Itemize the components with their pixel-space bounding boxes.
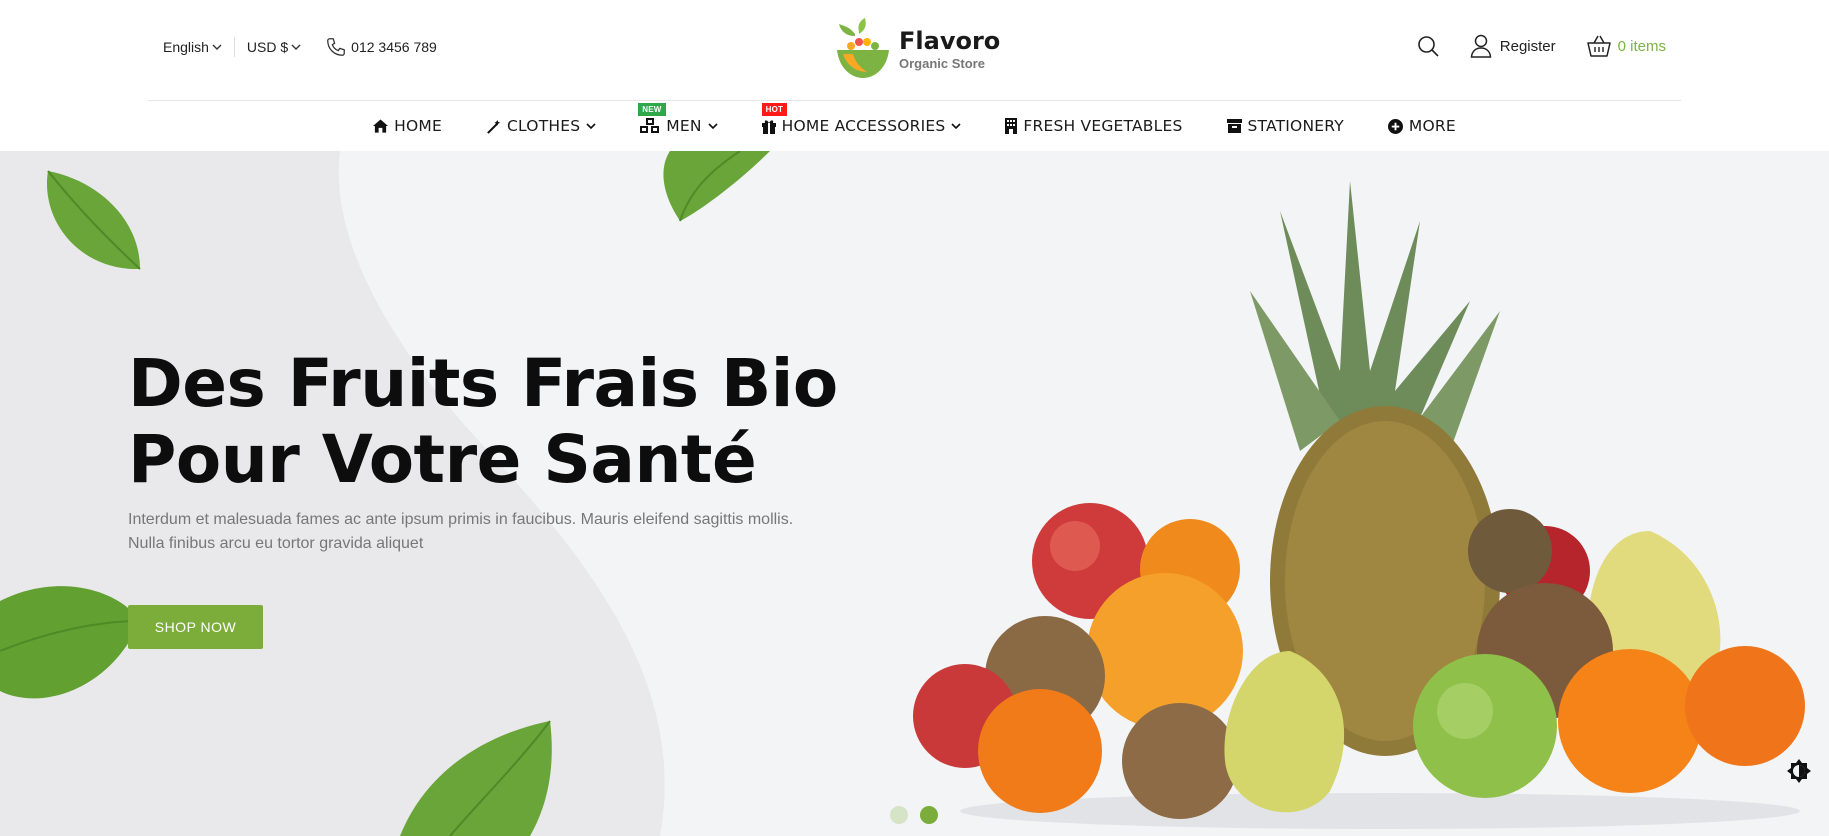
new-badge: NEW xyxy=(638,103,666,116)
leaf-decoration xyxy=(663,151,770,222)
gift-icon xyxy=(761,119,776,134)
logo-bowl-icon xyxy=(837,18,889,78)
nav-label: FRESH VEGETABLES xyxy=(1023,117,1183,135)
logo[interactable]: Flavoro Organic Store xyxy=(835,18,1000,80)
nav-item-home[interactable]: HOME xyxy=(351,117,464,135)
nav-label: MORE xyxy=(1408,117,1456,135)
chevron-down-icon xyxy=(708,123,718,130)
nav-item-stationery[interactable]: STATIONERY xyxy=(1205,117,1366,135)
slider-pagination xyxy=(890,806,938,824)
currency-label: USD $ xyxy=(246,39,289,55)
hero-title-line: Pour Votre Santé xyxy=(128,421,757,498)
chevron-down-icon xyxy=(212,44,222,50)
fruit-image xyxy=(913,181,1805,829)
register-link[interactable]: Register xyxy=(1470,34,1556,58)
nav-item-clothes[interactable]: CLOTHES xyxy=(464,117,618,135)
language-selector[interactable]: English xyxy=(163,39,222,55)
phone-number: 012 3456 789 xyxy=(351,39,437,55)
nav-item-home-accessories[interactable]: HOT HOME ACCESSORIES xyxy=(740,103,984,135)
hero-slider: Des Fruits Frais Bio Pour Votre Santé In… xyxy=(0,151,1829,836)
logo-text: Flavoro Organic Store xyxy=(899,28,1000,71)
nav-label: MEN xyxy=(666,117,702,135)
nav-item-men[interactable]: NEW MEN xyxy=(618,103,739,135)
home-icon xyxy=(373,119,389,133)
chevron-down-icon xyxy=(951,123,961,130)
cart-button[interactable]: 0 items xyxy=(1586,34,1666,58)
slider-dot-active[interactable] xyxy=(920,806,938,824)
divider xyxy=(233,37,235,57)
nav-item-fresh-vegetables[interactable]: FRESH VEGETABLES xyxy=(983,117,1204,135)
plus-circle-icon xyxy=(1387,118,1403,134)
hero-subtitle: Interdum et malesuada fames ac ante ipsu… xyxy=(128,508,848,556)
nav-label: STATIONERY xyxy=(1247,117,1344,135)
search-icon xyxy=(1417,36,1439,57)
chevron-down-icon xyxy=(586,123,596,130)
hot-badge: HOT xyxy=(761,103,788,116)
nav-item-more[interactable]: MORE xyxy=(1366,117,1478,135)
archive-icon xyxy=(1226,119,1242,133)
top-bar-right: Register 0 items xyxy=(1416,34,1666,58)
top-bar-left: English USD $ 012 3456 789 xyxy=(163,36,437,58)
theme-toggle-icon[interactable] xyxy=(1786,758,1812,784)
hero-title-line: Des Fruits Frais Bio xyxy=(128,345,838,422)
logo-tagline: Organic Store xyxy=(899,55,985,71)
hero-title: Des Fruits Frais Bio Pour Votre Santé xyxy=(128,346,838,498)
hero-subtitle-line: Nulla finibus arcu eu tortor gravida ali… xyxy=(128,535,424,552)
cart-label: 0 items xyxy=(1617,37,1666,55)
language-label: English xyxy=(163,39,209,55)
top-bar: English USD $ 012 3456 789 Flavoro Organ… xyxy=(0,0,1829,100)
phone-contact[interactable]: 012 3456 789 xyxy=(325,36,437,58)
hero-subtitle-line: Interdum et malesuada fames ac ante ipsu… xyxy=(128,511,794,528)
currency-selector[interactable]: USD $ xyxy=(247,39,301,55)
main-nav: HOME CLOTHES NEW MEN HOT HOME ACCESSORIE… xyxy=(0,101,1829,151)
nav-label: HOME ACCESSORIES xyxy=(781,117,946,135)
slider-dot[interactable] xyxy=(890,806,908,824)
logo-name: Flavoro xyxy=(899,26,1001,55)
magic-wand-icon xyxy=(487,119,501,134)
shop-now-button[interactable]: SHOP NOW xyxy=(128,605,263,649)
building-icon xyxy=(1005,118,1018,134)
search-button[interactable] xyxy=(1416,34,1440,58)
chevron-down-icon xyxy=(291,44,301,50)
user-icon xyxy=(1470,34,1492,58)
nav-label: CLOTHES xyxy=(507,117,581,135)
nav-label: HOME xyxy=(394,117,442,135)
phone-icon xyxy=(327,38,346,56)
register-label: Register xyxy=(1499,37,1556,55)
cubes-icon xyxy=(640,118,660,133)
basket-icon xyxy=(1586,35,1611,57)
